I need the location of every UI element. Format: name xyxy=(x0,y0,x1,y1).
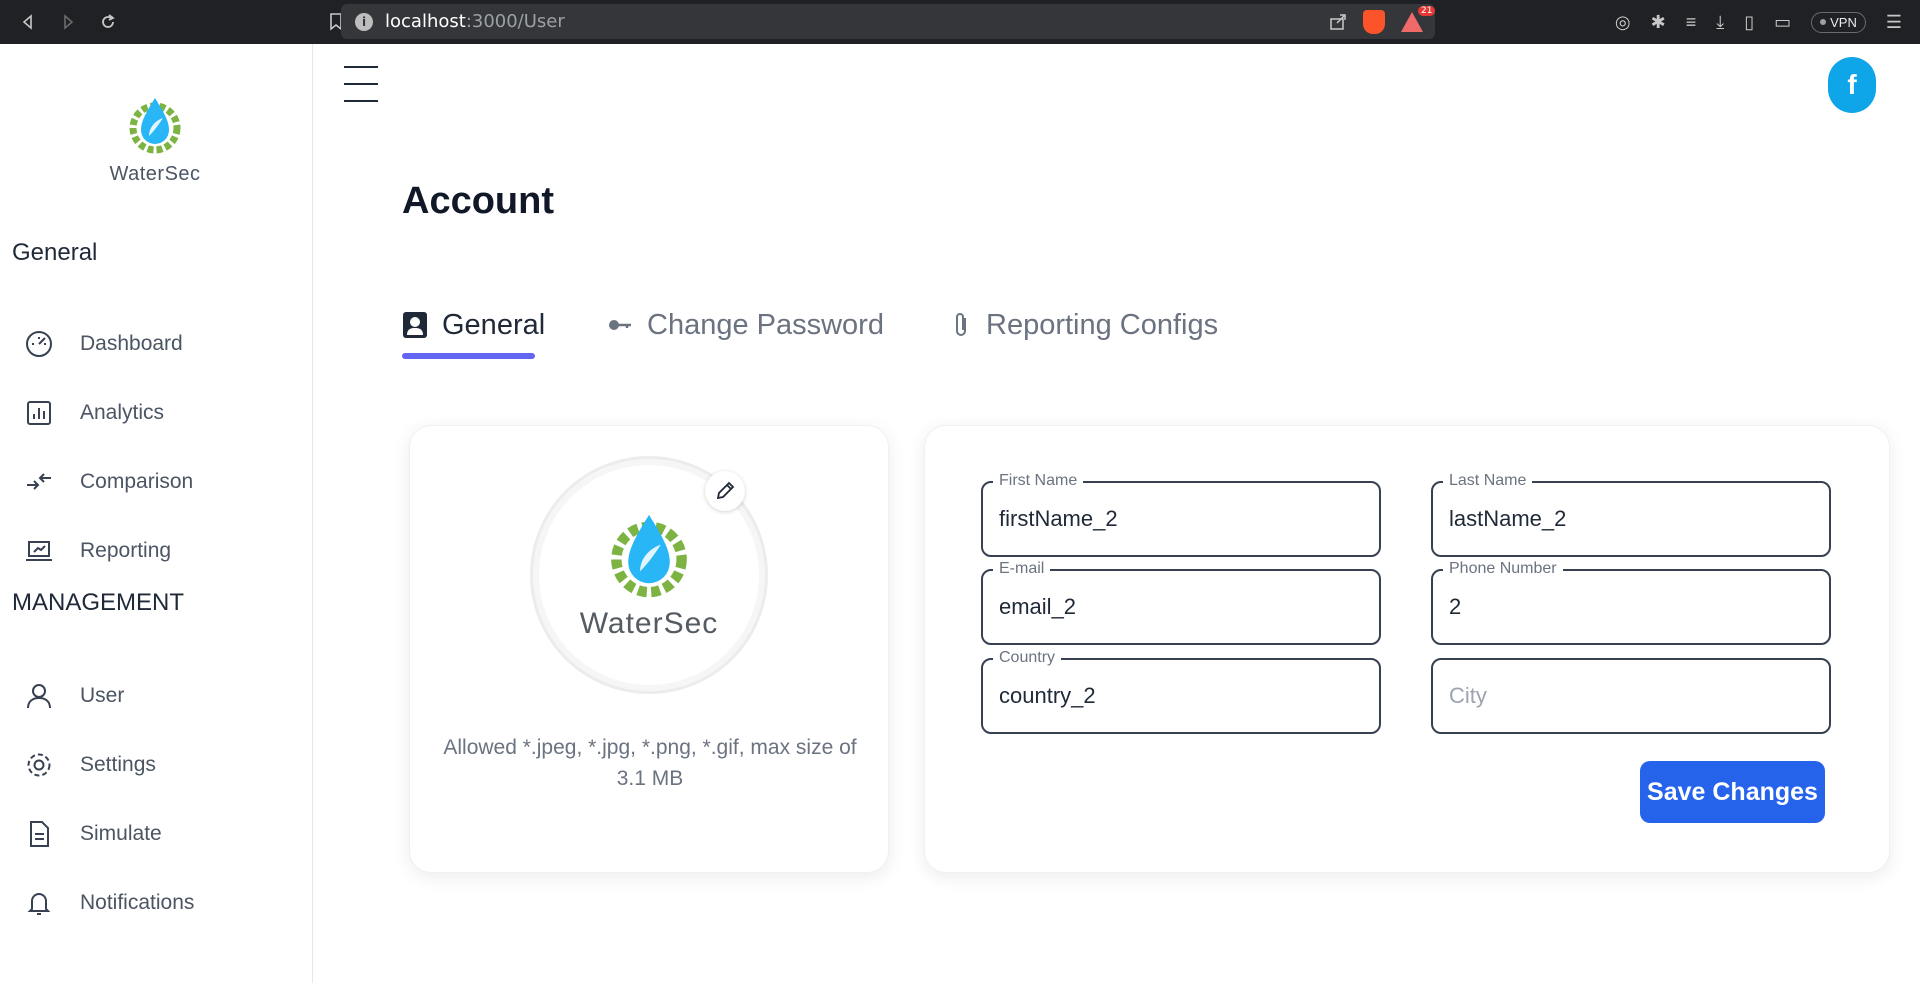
app-logo[interactable]: WaterSec xyxy=(100,94,210,186)
tab-label: Reporting Configs xyxy=(986,308,1219,341)
site-info-icon[interactable]: i xyxy=(355,12,373,31)
sidebar-item-analytics[interactable]: Analytics xyxy=(24,391,164,435)
brave-rewards-icon[interactable]: 21 xyxy=(1401,5,1436,32)
back-icon[interactable] xyxy=(8,2,48,42)
tab-general[interactable]: General xyxy=(402,300,545,350)
last-name-input[interactable] xyxy=(1449,483,1819,555)
sidebar-item-user[interactable]: User xyxy=(24,674,124,718)
tab-label: General xyxy=(442,308,546,341)
profile-form-card: First Name Last Name E-mail Phone Number… xyxy=(924,425,1890,873)
vpn-status-dot xyxy=(1820,19,1827,25)
logo-name: WaterSec xyxy=(109,163,201,185)
general-section-title: General xyxy=(12,239,98,266)
sidebar-item-notifications[interactable]: Notifications xyxy=(24,881,194,925)
tab-reporting-configs[interactable]: Reporting Configs xyxy=(952,300,1218,350)
sidebar-item-label: Notifications xyxy=(80,891,195,914)
email-input[interactable] xyxy=(999,571,1369,643)
sidebar-item-comparison[interactable]: Comparison xyxy=(24,460,193,504)
active-tab-indicator xyxy=(402,353,535,359)
menu-icon[interactable]: ☰ xyxy=(1886,12,1902,33)
bell-icon xyxy=(27,893,51,915)
extensions-area: ◎ ✱ ≡ ⤓ ▯ ▭ VPN ☰ xyxy=(1615,0,1920,44)
sidebar-item-label: Reporting xyxy=(80,539,172,562)
laptop-report-icon xyxy=(26,541,52,561)
forward-icon[interactable] xyxy=(48,2,88,42)
last-name-field: Last Name xyxy=(1431,472,1831,557)
email-field: E-mail xyxy=(981,560,1381,645)
sidebar-item-dashboard[interactable]: Dashboard xyxy=(24,322,183,366)
download-icon[interactable]: ⤓ xyxy=(1716,12,1724,33)
tab-change-password[interactable]: Change Password xyxy=(607,300,884,350)
vpn-label: VPN xyxy=(1830,14,1857,30)
sidebar-item-settings[interactable]: Settings xyxy=(24,743,156,787)
tab-label: Change Password xyxy=(647,308,884,341)
address-bar[interactable]: i localhost:3000/User 21 xyxy=(341,4,1436,39)
country-input[interactable] xyxy=(999,660,1369,732)
sidebar-item-reporting[interactable]: Reporting xyxy=(24,529,171,573)
facebook-avatar-button[interactable]: f xyxy=(1828,57,1876,113)
document-icon xyxy=(30,821,49,847)
save-changes-button[interactable]: Save Changes xyxy=(1640,761,1825,823)
city-field xyxy=(1431,658,1831,734)
watersec-logo-icon xyxy=(129,98,181,154)
alert-count-badge: 21 xyxy=(1418,5,1436,16)
avatar-card: WaterSec Allowed *.jpeg, *.jpg, *.png, *… xyxy=(409,425,889,873)
allowed-file-types-text: Allowed *.jpeg, *.jpg, *.png, *.gif, max… xyxy=(443,736,857,790)
compare-arrows-icon xyxy=(27,473,51,490)
country-field: Country xyxy=(981,649,1381,734)
gear-icon xyxy=(27,753,51,777)
url-path: :3000/User xyxy=(465,11,565,32)
sidebar: WaterSec General Dashboard Analytics Com… xyxy=(0,44,313,983)
sidebar-item-label: Dashboard xyxy=(80,332,183,355)
first-name-field: First Name xyxy=(981,472,1381,557)
profile-card-icon xyxy=(403,312,427,338)
edit-avatar-button[interactable] xyxy=(705,471,745,511)
puzzle-icon[interactable]: ✱ xyxy=(1651,12,1666,33)
wallet-icon[interactable]: ▭ xyxy=(1774,12,1791,33)
reload-icon[interactable] xyxy=(88,2,128,42)
watersec-logo-icon xyxy=(611,514,687,598)
sidebar-toggle-icon[interactable]: ▯ xyxy=(1744,12,1754,33)
paperclip-icon xyxy=(956,313,966,336)
hamburger-menu-icon[interactable] xyxy=(344,66,378,102)
browser-toolbar: i localhost:3000/User 21 ◎ ✱ ≡ ⤓ ▯ ▭ VPN… xyxy=(0,0,1920,44)
sidebar-item-label: User xyxy=(80,684,125,707)
phone-number-input[interactable] xyxy=(1449,571,1819,643)
sidebar-item-label: Settings xyxy=(80,753,156,776)
page-title: Account xyxy=(402,180,554,222)
first-name-input[interactable] xyxy=(999,483,1369,555)
sidebar-item-label: Analytics xyxy=(80,401,165,424)
url-host: localhost xyxy=(385,11,466,32)
user-icon xyxy=(27,684,51,709)
phone-number-field: Phone Number xyxy=(1431,560,1831,645)
key-icon xyxy=(609,320,631,330)
city-input[interactable] xyxy=(1449,660,1819,732)
playlist-icon[interactable]: ≡ xyxy=(1686,12,1697,33)
pencil-icon xyxy=(716,481,735,500)
bar-chart-icon xyxy=(27,401,51,425)
sidebar-item-simulate[interactable]: Simulate xyxy=(24,812,162,856)
management-section-title: MANAGEMENT xyxy=(12,589,185,616)
gauge-icon xyxy=(26,331,52,357)
brave-shield-icon[interactable] xyxy=(1363,9,1385,34)
avatar-logo-name: WaterSec xyxy=(579,607,719,640)
target-icon[interactable]: ◎ xyxy=(1615,12,1631,33)
sidebar-item-label: Comparison xyxy=(80,470,194,493)
share-icon[interactable] xyxy=(1329,13,1347,31)
vpn-button[interactable]: VPN xyxy=(1811,11,1866,33)
sidebar-item-label: Simulate xyxy=(80,822,162,845)
